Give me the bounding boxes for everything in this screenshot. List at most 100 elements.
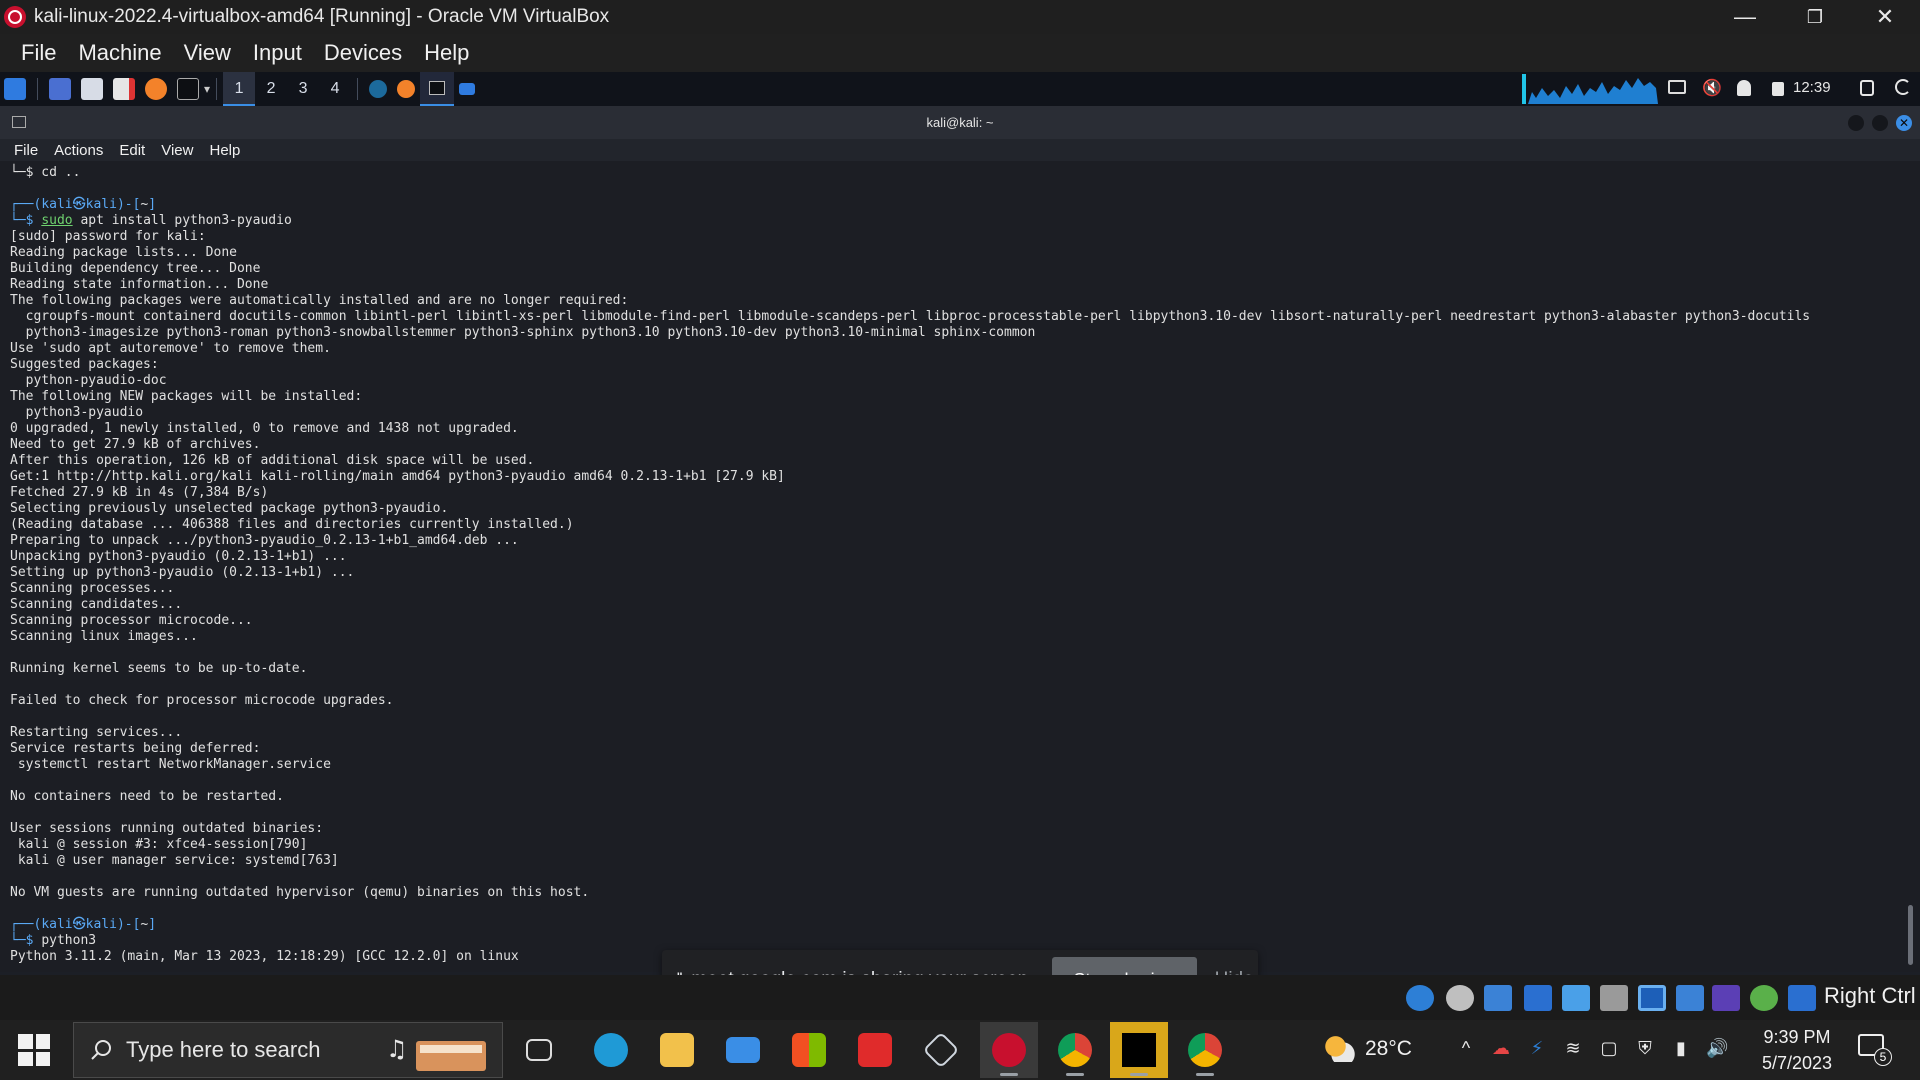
terminal-minimize-button[interactable]: [1848, 115, 1864, 131]
terminal-line: cgroupfs-mount containerd docutils-commo…: [10, 309, 1811, 324]
terminal-menu-edit[interactable]: Edit: [111, 142, 153, 159]
taskbar-clock[interactable]: 9:39 PM 5/7/2023: [1742, 1024, 1852, 1076]
task-view-icon: [526, 1039, 552, 1061]
terminal-launcher-icon[interactable]: [177, 78, 199, 100]
onedrive-error-icon[interactable]: ☁: [1490, 1038, 1512, 1060]
usb-icon[interactable]: [1562, 985, 1590, 1011]
panel-separator: [37, 78, 38, 100]
shared-folders-icon[interactable]: [1600, 985, 1628, 1011]
3d-viewer-taskbar-button[interactable]: [912, 1022, 970, 1078]
vbox-status-bar: [0, 975, 1920, 1020]
search-placeholder: Type here to search: [126, 1037, 321, 1062]
workspace-2[interactable]: 2: [255, 72, 287, 106]
terminal-scrollbar[interactable]: [1908, 905, 1913, 965]
cube-icon: [922, 1031, 960, 1069]
windows-start-icon[interactable]: [18, 1034, 50, 1066]
mouse-integration-icon[interactable]: [1750, 985, 1778, 1011]
taskbar-search-input[interactable]: Type here to search ♫: [73, 1022, 503, 1078]
battery-icon[interactable]: [1772, 82, 1784, 96]
store-taskbar-button[interactable]: [780, 1022, 838, 1078]
window-app-icon[interactable]: [369, 80, 388, 98]
power-icon[interactable]: [1895, 79, 1911, 95]
terminal-output[interactable]: └─$ cd .. ┌──(kali㉿kali)-[~] └─$ sudo apt…: [0, 161, 1920, 972]
terminal-title-bar: kali@kali: ~ ✕: [0, 106, 1920, 139]
virtualbox-taskbar-button[interactable]: [980, 1022, 1038, 1078]
window-folder-icon[interactable]: [459, 83, 476, 95]
mute-icon[interactable]: 🔇: [1702, 78, 1722, 98]
wps-taskbar-button[interactable]: [846, 1022, 904, 1078]
vbox-menu-input[interactable]: Input: [242, 40, 313, 66]
file-explorer-taskbar-button[interactable]: [648, 1022, 706, 1078]
vbox-menu-help[interactable]: Help: [413, 40, 480, 66]
close-button[interactable]: ✕: [1850, 0, 1920, 34]
workspace-4[interactable]: 4: [319, 72, 351, 106]
pycharm-taskbar-button[interactable]: [1110, 1022, 1168, 1078]
lock-screen-icon[interactable]: [1860, 80, 1874, 96]
terminal-line: Scanning processor microcode...: [10, 613, 253, 628]
terminal-line: Scanning candidates...: [10, 597, 183, 612]
prompt-frame: ]: [148, 917, 157, 932]
terminal-icon: [429, 81, 446, 95]
chevron-up-icon[interactable]: ^: [1455, 1038, 1477, 1060]
window-firefox-icon[interactable]: [397, 80, 416, 98]
vbox-menu-machine[interactable]: Machine: [67, 40, 172, 66]
edge-taskbar-button[interactable]: [582, 1022, 640, 1078]
weather-widget[interactable]: 28°C: [1325, 1036, 1412, 1062]
chevron-down-icon[interactable]: ▾: [204, 82, 210, 96]
terminal-menu-help[interactable]: Help: [201, 142, 248, 159]
usb-tray-icon[interactable]: ▮: [1670, 1038, 1692, 1060]
mail-icon: [726, 1037, 760, 1063]
display-icon[interactable]: [1668, 80, 1686, 94]
prompt-frame: )-[: [116, 197, 141, 212]
window-terminal-button[interactable]: [420, 72, 455, 106]
recording-icon[interactable]: [1676, 985, 1704, 1011]
task-view-button[interactable]: [510, 1022, 568, 1078]
power-automate-icon[interactable]: ⚡: [1526, 1038, 1548, 1060]
vt-x-icon[interactable]: [1712, 985, 1740, 1011]
show-desktop-icon[interactable]: [49, 78, 71, 100]
terminal-line: └─$ python3: [10, 933, 1810, 949]
vbox-menu-view[interactable]: View: [173, 40, 242, 66]
panel-clock[interactable]: 12:39: [1793, 79, 1831, 96]
terminal-menu-actions[interactable]: Actions: [46, 142, 111, 159]
notification-bell-icon[interactable]: [1737, 80, 1751, 96]
text-editor-icon[interactable]: [113, 78, 135, 100]
volume-icon[interactable]: 🔊: [1706, 1038, 1728, 1060]
network-icon[interactable]: [1524, 985, 1552, 1011]
meet-now-icon[interactable]: ▢: [1598, 1038, 1620, 1060]
terminal-menu-view[interactable]: View: [153, 142, 201, 159]
display-status-icon[interactable]: [1638, 985, 1666, 1011]
terminal-line: ┌──(kali㉿kali)-[~]: [10, 197, 1810, 213]
keyboard-capture-icon[interactable]: [1788, 985, 1816, 1011]
file-manager-icon[interactable]: [81, 78, 103, 100]
wifi-icon[interactable]: ≋: [1562, 1038, 1584, 1060]
workspace-1[interactable]: 1: [223, 72, 256, 106]
terminal-maximize-button[interactable]: [1872, 115, 1888, 131]
security-icon[interactable]: ⛨: [1634, 1038, 1656, 1060]
audio-icon[interactable]: [1484, 985, 1512, 1011]
virtualbox-taskbar-icon: [992, 1033, 1026, 1067]
panel-separator: [216, 78, 218, 100]
terminal-line: Service restarts being deferred:: [10, 741, 261, 756]
chrome-taskbar-button[interactable]: [1176, 1022, 1234, 1078]
mail-taskbar-button[interactable]: [714, 1022, 772, 1078]
minimize-button[interactable]: —: [1710, 0, 1780, 34]
restore-button[interactable]: ❐: [1780, 0, 1850, 34]
terminal-close-button[interactable]: ✕: [1896, 115, 1912, 131]
wps-icon: [858, 1033, 892, 1067]
chrome-profile-taskbar-button[interactable]: [1046, 1022, 1104, 1078]
terminal-menu-file[interactable]: File: [6, 142, 46, 159]
firefox-icon[interactable]: [145, 78, 167, 100]
vbox-menu-file[interactable]: File: [10, 40, 67, 66]
vbox-menu-devices[interactable]: Devices: [313, 40, 413, 66]
notification-center-button[interactable]: 5: [1858, 1034, 1892, 1066]
optical-drive-icon[interactable]: [1446, 985, 1474, 1011]
terminal-line: systemctl restart NetworkManager.service: [10, 757, 331, 772]
hard-disk-icon[interactable]: [1406, 985, 1434, 1011]
kali-menu-icon[interactable]: [4, 78, 26, 100]
workspace-3[interactable]: 3: [287, 72, 319, 106]
